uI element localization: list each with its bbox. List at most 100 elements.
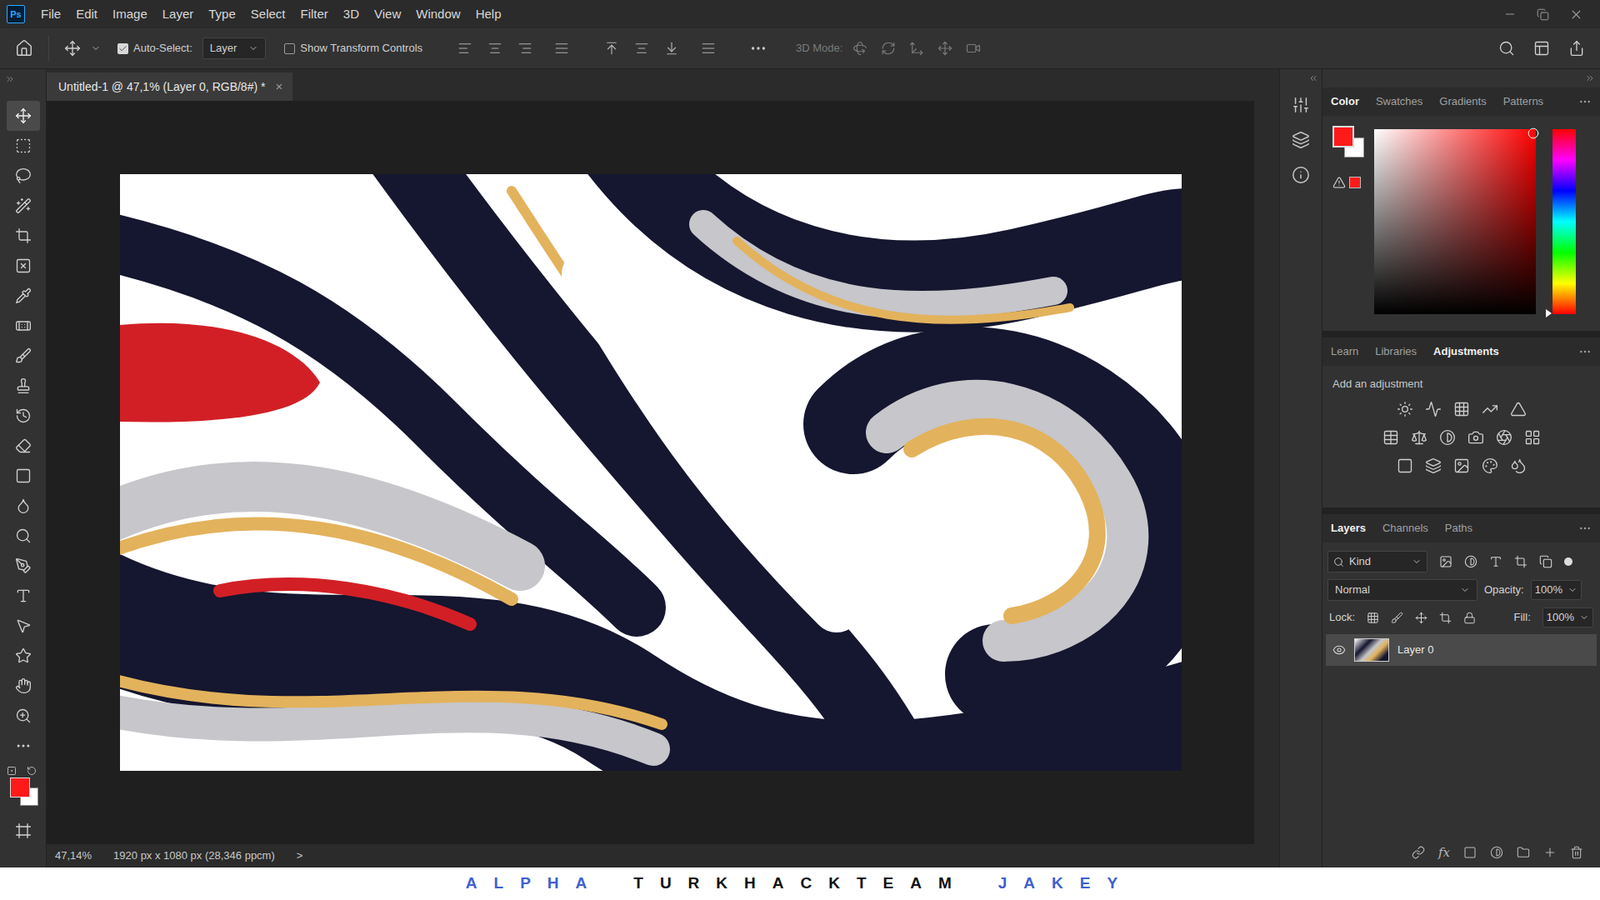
menu-item[interactable]: 3D (335, 5, 367, 25)
status-menu-arrow[interactable]: > (296, 847, 304, 865)
more-options-icon[interactable] (749, 39, 768, 58)
brush-icon[interactable] (15, 347, 32, 365)
tool-button[interactable] (6, 580, 40, 611)
color-balance-icon[interactable] (1410, 429, 1428, 446)
align-middle-icon[interactable] (634, 40, 650, 56)
layer-name[interactable]: Layer 0 (1397, 641, 1434, 659)
document-canvas[interactable] (120, 174, 1182, 771)
info-panel-icon[interactable] (1291, 165, 1310, 185)
tool-button[interactable] (6, 100, 40, 131)
panel-menu-icon[interactable] (1578, 345, 1592, 359)
opacity-field[interactable]: 100% (1530, 580, 1582, 600)
tool-button[interactable] (6, 340, 40, 371)
panel-tab[interactable]: Channels (1382, 520, 1429, 537)
delete-layer-icon[interactable] (1570, 845, 1584, 860)
pen-icon[interactable] (15, 557, 32, 575)
gradient-map-icon[interactable] (1510, 457, 1527, 475)
eyedropper-icon[interactable] (15, 287, 32, 305)
lock-position-icon[interactable] (1415, 611, 1428, 625)
panel-tab[interactable]: Adjustments (1433, 343, 1500, 360)
color-picker-marker-icon[interactable] (1527, 127, 1540, 140)
new-layer-icon[interactable] (1543, 845, 1557, 860)
tool-button[interactable] (6, 550, 40, 581)
frame-icon[interactable] (15, 257, 32, 275)
crop-icon[interactable] (15, 227, 32, 245)
menu-item[interactable]: Image (105, 5, 155, 25)
auto-select-box[interactable] (117, 43, 129, 55)
color-field[interactable] (1374, 129, 1536, 315)
tool-button[interactable] (6, 400, 40, 431)
clone-stamp-icon[interactable] (15, 377, 32, 395)
distribute-icon[interactable] (554, 40, 570, 56)
collapse-right-icon[interactable] (1585, 73, 1595, 84)
tool-button[interactable] (6, 520, 40, 551)
layer-row[interactable]: Layer 0 (1325, 634, 1597, 666)
tool-button[interactable] (6, 370, 40, 401)
channel-mixer-icon[interactable] (1495, 429, 1513, 446)
menu-item[interactable]: File (33, 5, 69, 25)
chevron-down-icon[interactable] (1579, 612, 1590, 623)
tool-button[interactable] (6, 280, 40, 311)
lock-pixels-icon[interactable] (1390, 611, 1404, 625)
filter-type-icon[interactable] (1489, 555, 1503, 569)
filter-adjustment-icon[interactable] (1464, 555, 1478, 569)
lock-all-icon[interactable] (1463, 611, 1476, 625)
path-selection-icon[interactable] (15, 617, 32, 635)
auto-select-checkbox[interactable]: Auto-Select: (117, 40, 193, 57)
exposure-icon[interactable] (1481, 400, 1499, 418)
panel-foreground-swatch[interactable] (1332, 125, 1355, 148)
invert-icon[interactable] (1396, 457, 1414, 475)
tool-button[interactable] (6, 190, 40, 221)
share-icon[interactable] (1568, 40, 1585, 57)
filter-search-icon[interactable] (1333, 556, 1345, 568)
tool-button[interactable] (6, 310, 40, 341)
visibility-eye-icon[interactable] (1332, 643, 1346, 657)
vibrance-icon[interactable] (1510, 400, 1527, 418)
filter-kind-select[interactable]: Kind (1327, 550, 1428, 573)
quick-mask-icon[interactable] (15, 822, 32, 840)
new-adjustment-icon[interactable] (1490, 845, 1504, 860)
lock-artboard-icon[interactable] (1439, 611, 1452, 625)
menu-item[interactable]: Select (243, 5, 294, 25)
menu-item[interactable]: View (366, 5, 409, 25)
hand-icon[interactable] (15, 677, 32, 695)
zoom-level[interactable]: 47,14% (55, 847, 92, 865)
panel-menu-icon[interactable] (1578, 95, 1592, 109)
zoom-icon[interactable] (15, 707, 32, 725)
panel-menu-icon[interactable] (1578, 521, 1592, 535)
healing-brush-icon[interactable] (15, 317, 32, 335)
align-bottom-icon[interactable] (664, 40, 680, 56)
close-tab-button[interactable]: × (275, 77, 283, 97)
tool-button[interactable] (6, 460, 40, 491)
tool-button[interactable] (6, 220, 40, 251)
drag-3d-icon[interactable] (909, 40, 925, 56)
black-white-icon[interactable] (1439, 429, 1456, 446)
collapse-icon[interactable] (5, 74, 15, 85)
hue-slider[interactable] (1552, 129, 1576, 315)
tool-button[interactable] (6, 130, 40, 161)
tool-button[interactable] (6, 490, 40, 521)
collapse-left-icon[interactable] (1308, 73, 1319, 84)
menu-item[interactable]: Window (408, 5, 468, 25)
scale-3d-icon[interactable] (965, 40, 981, 56)
tool-button[interactable] (6, 610, 40, 641)
filter-pixel-icon[interactable] (1439, 555, 1453, 569)
align-top-icon[interactable] (604, 40, 620, 56)
chevron-down-icon[interactable] (1411, 556, 1422, 567)
history-panel-icon[interactable] (1291, 95, 1310, 115)
more-tools-icon[interactable] (15, 737, 32, 755)
eraser-icon[interactable] (15, 437, 32, 455)
panel-tab[interactable]: Layers (1330, 520, 1366, 537)
levels-icon[interactable] (1425, 400, 1442, 418)
link-layers-icon[interactable] (1411, 845, 1425, 860)
show-transform-box[interactable] (284, 43, 295, 55)
lock-transparent-icon[interactable] (1366, 611, 1380, 625)
tool-button[interactable] (6, 250, 40, 281)
default-colors-icon[interactable] (6, 765, 17, 776)
restore-icon[interactable] (1536, 8, 1550, 21)
tool-button[interactable] (6, 700, 40, 731)
orbit-3d-icon[interactable] (852, 40, 868, 56)
filter-toggle[interactable] (1564, 557, 1573, 566)
distribute-vertical-icon[interactable] (700, 40, 716, 56)
foreground-color-swatch[interactable] (10, 777, 30, 798)
